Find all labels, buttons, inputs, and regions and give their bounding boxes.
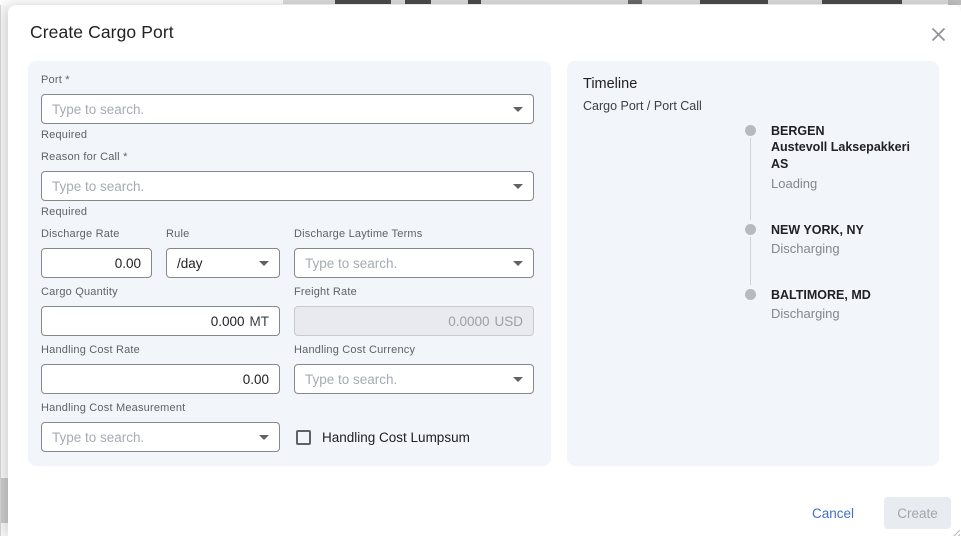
- discharge-rate-input[interactable]: [52, 256, 141, 271]
- port-required-hint: Required: [41, 129, 534, 142]
- cargo-quantity-group: Cargo Quantity MT: [41, 286, 280, 336]
- timeline-item: BERGEN Austevoll Laksepakkeri AS Loading: [745, 123, 923, 192]
- handling-cost-measurement-group: Handling Cost Measurement: [41, 402, 280, 452]
- handling-cost-lumpsum-group: Handling Cost Lumpsum: [296, 422, 534, 452]
- discharge-laytime-label: Discharge Laytime Terms: [294, 228, 534, 241]
- discharge-laytime-group: Discharge Laytime Terms: [294, 228, 534, 278]
- background-page-left-strip: [0, 5, 8, 536]
- quantity-freight-row: Cargo Quantity MT Freight Rate 0.0000 US…: [41, 286, 534, 336]
- handling-cost-rate-label: Handling Cost Rate: [41, 344, 280, 357]
- timeline-activity: Discharging: [771, 305, 923, 322]
- timeline-port-name: NEW YORK, NY: [771, 222, 923, 238]
- timeline-activity: Loading: [771, 175, 923, 192]
- handling-cost-rate-input[interactable]: [52, 372, 269, 387]
- handling-cost-lumpsum-label: Handling Cost Lumpsum: [322, 430, 470, 445]
- discharge-laytime-search-input[interactable]: [305, 256, 505, 271]
- dialog-footer: Cancel Create: [808, 497, 951, 529]
- handling-cost-currency-search-input[interactable]: [305, 372, 505, 387]
- timeline-list: BERGEN Austevoll Laksepakkeri AS Loading…: [745, 123, 923, 322]
- handling-cost-currency-group: Handling Cost Currency: [294, 344, 534, 394]
- background-artifact: [822, 0, 902, 4]
- background-artifact: [628, 0, 642, 4]
- timeline-subtitle: Cargo Port / Port Call: [583, 99, 923, 113]
- background-artifact: [468, 0, 481, 4]
- create-button-disabled[interactable]: Create: [884, 497, 951, 529]
- background-artifact: [700, 0, 768, 4]
- rule-label: Rule: [166, 228, 280, 241]
- timeline-item: BALTIMORE, MD Discharging: [745, 287, 923, 322]
- timeline-dot-icon: [745, 289, 756, 300]
- discharge-rate-label: Discharge Rate: [41, 228, 152, 241]
- discharge-laytime-select[interactable]: [294, 248, 534, 278]
- handling-cost-lumpsum-checkbox[interactable]: [296, 430, 311, 445]
- timeline-panel: Timeline Cargo Port / Port Call BERGEN A…: [567, 61, 939, 466]
- timeline-dot-icon: [745, 125, 756, 136]
- background-artifact: [405, 0, 431, 4]
- reason-field-group: Reason for Call * Required: [41, 151, 534, 219]
- timeline-title: Timeline: [583, 76, 923, 92]
- background-artifact: [335, 0, 391, 4]
- handling-cost-rate-group: Handling Cost Rate: [41, 344, 280, 394]
- create-cargo-port-dialog: Create Cargo Port Port * Required Reason…: [8, 5, 961, 536]
- timeline-item: NEW YORK, NY Discharging: [745, 222, 923, 257]
- chevron-down-icon: [513, 107, 523, 112]
- chevron-down-icon: [513, 184, 523, 189]
- handling-cost-row: Handling Cost Rate Handling Cost Currenc…: [41, 344, 534, 394]
- rule-group: Rule /day: [166, 228, 280, 278]
- port-select[interactable]: [41, 94, 534, 124]
- handling-cost-currency-label: Handling Cost Currency: [294, 344, 534, 357]
- timeline-port-name: BALTIMORE, MD: [771, 287, 923, 303]
- close-icon[interactable]: [928, 24, 948, 44]
- cargo-port-form-panel: Port * Required Reason for Call * Requir…: [28, 61, 551, 466]
- timeline-dot-icon: [745, 224, 756, 235]
- handling-cost-rate-field[interactable]: [41, 364, 280, 394]
- cargo-quantity-field[interactable]: MT: [41, 306, 280, 336]
- freight-rate-group: Freight Rate 0.0000 USD: [294, 286, 534, 336]
- handling-cost-measurement-search-input[interactable]: [52, 430, 251, 445]
- reason-for-call-select[interactable]: [41, 171, 534, 201]
- discharge-rate-group: Discharge Rate: [41, 228, 152, 278]
- handling-measurement-row: Handling Cost Measurement Handling Cost …: [41, 402, 534, 452]
- port-field-group: Port * Required: [41, 74, 534, 142]
- port-search-input[interactable]: [52, 102, 505, 117]
- chevron-down-icon: [259, 261, 269, 266]
- discharge-row: Discharge Rate Rule /day Discharge Layti…: [41, 228, 534, 278]
- timeline-company-name: Austevoll Laksepakkeri AS: [771, 139, 923, 173]
- chevron-down-icon: [513, 377, 523, 382]
- handling-cost-currency-select[interactable]: [294, 364, 534, 394]
- timeline-activity: Discharging: [771, 240, 923, 257]
- cargo-quantity-label: Cargo Quantity: [41, 286, 280, 299]
- resize-handle[interactable]: [951, 526, 960, 535]
- cancel-button[interactable]: Cancel: [808, 500, 858, 527]
- freight-rate-field-disabled: 0.0000 USD: [294, 306, 534, 336]
- discharge-rate-field[interactable]: [41, 248, 152, 278]
- rule-select[interactable]: /day: [166, 248, 280, 278]
- chevron-down-icon: [259, 435, 269, 440]
- rule-selected-value: /day: [177, 256, 251, 271]
- freight-rate-unit: USD: [494, 314, 523, 329]
- reason-required-hint: Required: [41, 206, 534, 219]
- handling-cost-measurement-label: Handling Cost Measurement: [41, 402, 280, 415]
- handling-cost-measurement-select[interactable]: [41, 422, 280, 452]
- reason-for-call-search-input[interactable]: [52, 179, 505, 194]
- port-label: Port *: [41, 74, 534, 87]
- freight-rate-label: Freight Rate: [294, 286, 534, 299]
- dialog-title: Create Cargo Port: [30, 22, 174, 43]
- timeline-port-name: BERGEN: [771, 123, 923, 139]
- chevron-down-icon: [513, 261, 523, 266]
- reason-for-call-label: Reason for Call *: [41, 151, 534, 164]
- freight-rate-value: 0.0000: [305, 314, 489, 329]
- cargo-quantity-input[interactable]: [52, 314, 245, 329]
- cargo-quantity-unit: MT: [250, 314, 270, 329]
